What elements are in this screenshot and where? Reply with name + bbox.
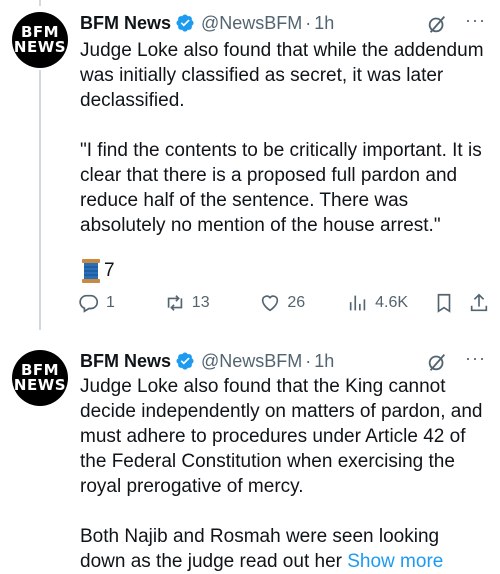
tweet-text: Judge Loke also found that the King cann… (80, 374, 486, 574)
more-icon[interactable]: ··· (465, 10, 486, 31)
share-icon (470, 293, 488, 312)
like-button[interactable]: 26 (259, 292, 347, 314)
repost-icon (167, 295, 183, 311)
like-icon (262, 295, 279, 312)
verified-badge-icon (176, 352, 194, 370)
tweet-1[interactable]: BFM NEWS BFM News @NewsBFM · 1h ··· Judg… (0, 0, 500, 345)
show-more-link[interactable]: Show more (347, 551, 443, 572)
tweet-paragraph: Judge Loke also found that while the add… (80, 40, 484, 111)
author-handle[interactable]: @NewsBFM (201, 13, 302, 34)
timestamp[interactable]: 1h (314, 351, 334, 372)
emoji-count: 7 (104, 260, 115, 281)
verified-badge-icon (176, 14, 194, 32)
reply-button[interactable]: 1 (78, 292, 164, 314)
avatar[interactable]: BFM NEWS (12, 350, 68, 406)
spool-emoji-icon (82, 259, 100, 283)
timestamp[interactable]: 1h (314, 13, 334, 34)
tweet-header: BFM News @NewsBFM · 1h ··· (80, 348, 488, 374)
reply-icon (79, 294, 99, 313)
grok-icon[interactable] (426, 351, 448, 373)
separator-dot: · (305, 12, 312, 33)
author-handle[interactable]: @NewsBFM (201, 351, 302, 372)
repost-count: 13 (191, 294, 210, 311)
tweet-text: Judge Loke also found that while the add… (80, 38, 486, 238)
tweet-header: BFM News @NewsBFM · 1h ··· (80, 10, 488, 36)
author-name[interactable]: BFM News (80, 351, 171, 372)
share-button[interactable] (468, 292, 490, 314)
avatar[interactable]: BFM NEWS (12, 12, 68, 68)
tweet-paragraph: "I find the contents to be critically im… (80, 140, 482, 236)
emoji-line: 7 (80, 258, 115, 284)
action-bar: 1 13 26 4.6K (78, 290, 490, 316)
like-count: 26 (287, 294, 306, 311)
views-icon (349, 295, 366, 311)
tweet-2[interactable]: BFM NEWS BFM News @NewsBFM · 1h ··· Judg… (0, 338, 500, 572)
author-name[interactable]: BFM News (80, 13, 171, 34)
tweet-paragraph: Judge Loke also found that the King cann… (80, 376, 483, 497)
grok-icon[interactable] (426, 13, 448, 35)
repost-button[interactable]: 13 (164, 292, 260, 314)
reply-count: 1 (106, 294, 115, 311)
more-icon[interactable]: ··· (465, 348, 486, 369)
views-count: 4.6K (375, 294, 409, 311)
bookmark-icon (437, 293, 451, 313)
bookmark-button[interactable] (433, 292, 468, 314)
views-button[interactable]: 4.6K (347, 292, 433, 314)
separator-dot: · (305, 350, 312, 371)
